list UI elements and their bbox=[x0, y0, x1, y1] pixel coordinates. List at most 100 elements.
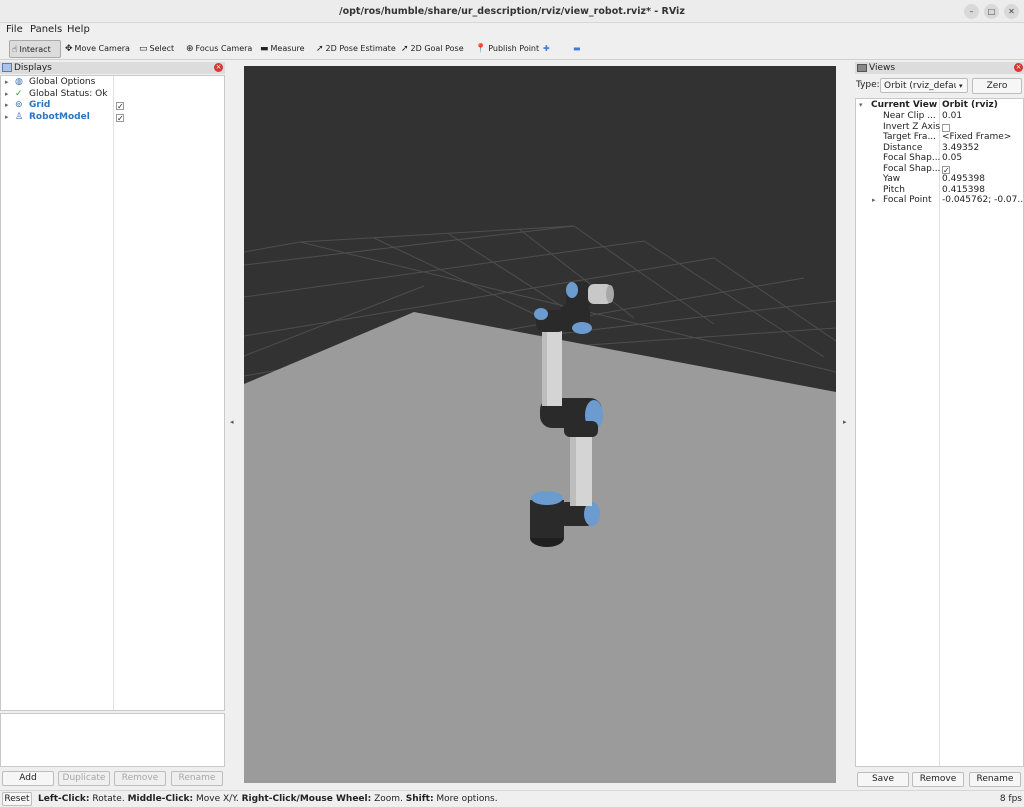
camera-icon bbox=[857, 64, 867, 72]
tool-move-camera[interactable]: ✥ Move Camera bbox=[63, 40, 130, 58]
view-property-checkbox[interactable] bbox=[942, 123, 950, 132]
views-close-icon[interactable]: × bbox=[1014, 63, 1023, 72]
goal-pose-arrow-icon: ➚ bbox=[401, 44, 409, 54]
views-tree: ▾ Current View Orbit (rviz) Near Clip ... 0.… bbox=[855, 98, 1024, 767]
display-item[interactable]: ▸ ◍ Global Options bbox=[5, 77, 225, 89]
current-view-row[interactable]: ▾ Current View Orbit (rviz) bbox=[859, 100, 1024, 112]
hint-desc: Rotate. bbox=[89, 794, 128, 804]
tool-label: Publish Point bbox=[488, 44, 540, 53]
duplicate-display-button[interactable]: Duplicate bbox=[58, 771, 110, 786]
tool-select[interactable]: ▭ Select bbox=[137, 40, 174, 58]
display-item[interactable]: ▸ ✓ Global Status: Ok bbox=[5, 89, 225, 101]
tool-label: Select bbox=[149, 44, 175, 53]
map-pin-icon: 📍 bbox=[475, 44, 487, 54]
maximize-button[interactable]: □ bbox=[984, 4, 999, 19]
hint-desc: Move X/Y. bbox=[193, 794, 242, 804]
menu-file[interactable]: File bbox=[6, 23, 23, 37]
collapse-arrow-icon[interactable]: ▾ bbox=[859, 100, 863, 112]
globe-icon: ◍ bbox=[15, 77, 23, 87]
display-description-box bbox=[0, 713, 225, 767]
checkmark-icon: ✓ bbox=[15, 88, 23, 99]
display-item-label: Grid bbox=[29, 100, 51, 111]
reset-button[interactable]: Reset bbox=[2, 792, 32, 806]
tool-measure[interactable]: ▬ Measure bbox=[258, 40, 305, 58]
hint-desc: More options. bbox=[433, 794, 498, 804]
displays-tree: ▸ ◍ Global Options ▸ ✓ Global Status: Ok ▸ ⊚ Gri… bbox=[0, 75, 225, 711]
hint-key: Right-Click/Mouse Wheel: bbox=[241, 794, 372, 804]
hint-key: Shift: bbox=[405, 794, 434, 804]
select-icon: ▭ bbox=[139, 44, 148, 54]
status-bar: Reset Left-Click: Rotate. Middle-Click: … bbox=[0, 790, 1024, 807]
remove-view-button[interactable]: Remove bbox=[912, 772, 964, 787]
hint-desc: Zoom. bbox=[371, 794, 406, 804]
tool-publish-point[interactable]: 📍 Publish Point bbox=[473, 40, 539, 58]
remove-tool-icon[interactable]: ▬ bbox=[573, 40, 585, 58]
views-panel-header: Views bbox=[855, 62, 1024, 74]
tool-label: 2D Pose Estimate bbox=[325, 44, 396, 53]
view-property-name: Focal Point bbox=[883, 195, 932, 205]
view-property-value[interactable]: -0.045762; -0.07... bbox=[942, 195, 1024, 207]
current-view-label: Current View bbox=[871, 100, 938, 110]
rename-display-button[interactable]: Rename bbox=[171, 771, 223, 786]
expand-arrow-icon[interactable]: ▸ bbox=[5, 100, 9, 112]
tool-2d-pose-estimate[interactable]: ➚ 2D Pose Estimate bbox=[314, 40, 396, 58]
scene-render bbox=[244, 66, 836, 783]
menu-bar: File Panels Help bbox=[0, 23, 1024, 37]
move-camera-icon: ✥ bbox=[65, 44, 73, 54]
hand-pointer-icon: ☝ bbox=[12, 45, 18, 55]
grid-icon: ⊚ bbox=[15, 100, 23, 111]
zero-button[interactable]: Zero bbox=[972, 78, 1022, 94]
display-enable-checkbox[interactable]: ✓ bbox=[116, 114, 124, 123]
expand-arrow-icon[interactable]: ▸ bbox=[5, 89, 9, 101]
status-hints: Left-Click: Rotate. Middle-Click: Move X… bbox=[38, 791, 498, 807]
add-tool-icon[interactable]: ✚ bbox=[543, 40, 555, 58]
tool-label: Focus Camera bbox=[195, 44, 253, 53]
ruler-icon: ▬ bbox=[260, 44, 269, 54]
expand-arrow-icon[interactable]: ▸ bbox=[872, 195, 876, 207]
save-view-button[interactable]: Save bbox=[857, 772, 909, 787]
display-enable-checkbox[interactable]: ✓ bbox=[116, 102, 124, 111]
view-type-select[interactable]: Orbit (rviz_default_plugins) ▾ bbox=[880, 78, 968, 93]
tool-label: Interact bbox=[19, 45, 51, 54]
tool-focus-camera[interactable]: ⊕ Focus Camera bbox=[184, 40, 252, 58]
collapse-left-icon[interactable]: ◂ bbox=[230, 418, 234, 426]
tool-2d-goal-pose[interactable]: ➚ 2D Goal Pose bbox=[399, 40, 464, 58]
column-divider bbox=[113, 76, 114, 710]
view-type-value: Orbit (rviz_default_plugins) bbox=[884, 81, 956, 91]
minimize-button[interactable]: – bbox=[964, 4, 979, 19]
displays-panel-header: Displays bbox=[0, 62, 225, 74]
display-item[interactable]: ▸ ♙ RobotModel ✓ bbox=[5, 112, 225, 124]
robot-icon: ♙ bbox=[15, 112, 24, 123]
view-property-row[interactable]: ▸ Focal Point -0.045762; -0.07... bbox=[859, 195, 1024, 207]
fps-readout: 8 fps bbox=[999, 794, 1022, 804]
display-item[interactable]: ▸ ⊚ Grid ✓ bbox=[5, 100, 225, 112]
view-property-checkbox[interactable]: ✓ bbox=[942, 165, 950, 174]
chevron-down-icon: ▾ bbox=[959, 82, 963, 90]
title-bar: /opt/ros/humble/share/ur_description/rvi… bbox=[0, 0, 1024, 23]
remove-display-button[interactable]: Remove bbox=[114, 771, 166, 786]
displays-close-icon[interactable]: × bbox=[214, 63, 223, 72]
monitor-icon bbox=[2, 63, 12, 72]
expand-arrow-icon[interactable]: ▸ bbox=[5, 77, 9, 89]
ground-plane bbox=[244, 312, 836, 783]
views-type-label: Type: bbox=[856, 80, 880, 90]
display-item-label: Global Status: Ok bbox=[29, 88, 108, 99]
focus-camera-icon: ⊕ bbox=[186, 44, 194, 54]
display-item-label: RobotModel bbox=[29, 112, 90, 123]
rename-view-button[interactable]: Rename bbox=[969, 772, 1021, 787]
menu-help[interactable]: Help bbox=[67, 23, 90, 37]
pose-estimate-arrow-icon: ➚ bbox=[316, 44, 324, 54]
close-window-button[interactable]: ✕ bbox=[1004, 4, 1019, 19]
menu-panels[interactable]: Panels bbox=[30, 23, 62, 37]
current-view-value: Orbit (rviz) bbox=[942, 100, 998, 110]
displays-panel-title: Displays bbox=[14, 63, 52, 73]
render-viewport[interactable] bbox=[244, 66, 836, 783]
add-display-button[interactable]: Add bbox=[2, 771, 54, 786]
tool-interact[interactable]: ☝ Interact bbox=[9, 40, 61, 58]
collapse-right-icon[interactable]: ▸ bbox=[843, 418, 847, 426]
tool-label: 2D Goal Pose bbox=[410, 44, 464, 53]
window-title: /opt/ros/humble/share/ur_description/rvi… bbox=[339, 6, 685, 17]
hint-key: Middle-Click: bbox=[127, 794, 194, 804]
views-panel-title: Views bbox=[869, 63, 896, 73]
expand-arrow-icon[interactable]: ▸ bbox=[5, 112, 9, 124]
